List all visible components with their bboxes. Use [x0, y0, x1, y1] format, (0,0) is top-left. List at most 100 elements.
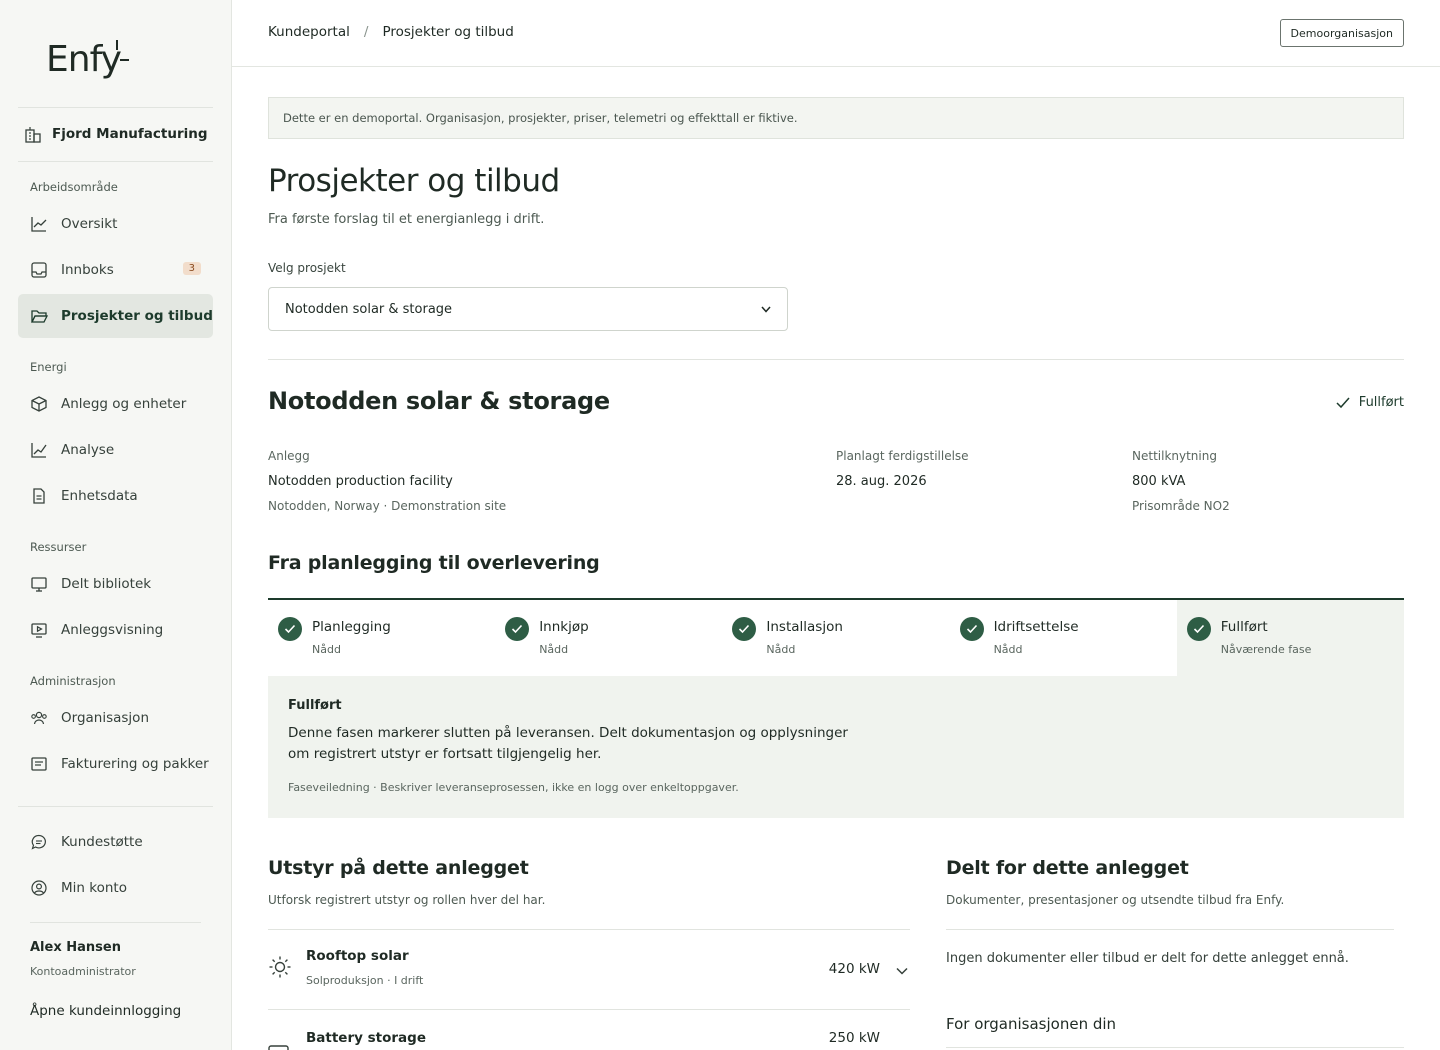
chat-bubble-icon [30, 833, 48, 851]
section-label-workspace: Arbeidsområde [30, 180, 118, 194]
user-name: Alex Hansen [30, 940, 121, 955]
sidebar-item-billing[interactable]: Fakturering og pakker [18, 742, 213, 786]
sidebar-divider [18, 161, 213, 162]
sidebar-item-label: Anlegg og enheter [61, 396, 187, 412]
logo-mark-icon [116, 40, 129, 61]
sidebar-item-projects[interactable]: Prosjekter og tilbud [18, 294, 213, 338]
topbar: Kundeportal / Prosjekter og tilbud Demoo… [232, 0, 1440, 67]
check-circle-icon [505, 617, 530, 641]
demo-organization-button[interactable]: Demoorganisasjon [1279, 19, 1404, 47]
sidebar-item-inbox[interactable]: Innboks 3 [18, 248, 213, 292]
info-sub-grid-connection: Prisområde NO2 [1132, 499, 1230, 513]
folder-open-icon [30, 307, 48, 325]
page-subtitle: Fra første forslag til et energianlegg i… [268, 212, 545, 227]
phase-step-planning[interactable]: Planlegging Nådd [268, 600, 495, 676]
phase-label: Planlegging [312, 619, 391, 635]
cube-icon [30, 395, 48, 413]
check-circle-icon [278, 617, 302, 641]
sidebar-item-plant-view[interactable]: Anleggsvisning [18, 608, 213, 652]
breadcrumb: Kundeportal / Prosjekter og tilbud [268, 24, 514, 40]
project-select[interactable]: Notodden solar & storage [268, 287, 788, 331]
shared-org-heading: For organisasjonen din [946, 1015, 1117, 1033]
page-title: Prosjekter og tilbud [268, 163, 560, 199]
breadcrumb-customer-portal[interactable]: Kundeportal [268, 24, 350, 40]
sidebar-item-label: Prosjekter og tilbud [61, 308, 213, 324]
phase-detail-text: Denne fasen markerer slutten på leverans… [288, 725, 848, 762]
sidebar-item-label: Oversikt [61, 216, 118, 232]
open-customer-login-link[interactable]: Åpne kundeinnlogging [30, 1003, 181, 1019]
phase-label: Fullført [1220, 619, 1268, 635]
users-icon [30, 709, 48, 727]
phase-step-installation[interactable]: Installasjon Nådd [722, 600, 949, 676]
equipment-name: Rooftop solar [306, 948, 409, 964]
video-screen-icon [30, 621, 48, 639]
phase-state: Nåværende fase [1220, 643, 1312, 656]
equipment-heading: Utstyr på dette anlegget [268, 857, 529, 879]
sidebar-divider [30, 922, 201, 923]
shared-empty-state: Ingen dokumenter eller tilbud er delt fo… [946, 951, 1349, 966]
breadcrumb-separator: / [363, 24, 369, 40]
sidebar-item-support[interactable]: Kundestøtte [18, 820, 213, 864]
user-role: Kontoadministrator [30, 965, 136, 978]
info-value-grid-connection: 800 kVA [1132, 474, 1186, 489]
equipment-power: 420 kW [828, 961, 880, 977]
sidebar-item-organization[interactable]: Organisasjon [18, 696, 213, 740]
sidebar-item-plants[interactable]: Anlegg og enheter [18, 382, 213, 426]
equipment-power: 250 kW [828, 1030, 880, 1046]
user-circle-icon [30, 879, 48, 897]
equipment-row-rooftop-solar[interactable]: Rooftop solar Solproduksjon · I drift 42… [268, 929, 910, 1009]
chevron-down-icon[interactable] [896, 963, 908, 979]
info-value-completion: 28. aug. 2026 [836, 474, 927, 489]
phases-heading: Fra planlegging til overlevering [268, 552, 600, 574]
phase-detail-panel: Fullført Denne fasen markerer slutten på… [268, 676, 1404, 818]
document-icon [30, 487, 48, 505]
shared-divider [946, 1047, 1404, 1048]
project-select-label: Velg prosjekt [268, 261, 346, 275]
sidebar: Enfy Fjord Manufacturing Arbeidsområde O… [0, 0, 232, 1050]
project-title: Notodden solar & storage [268, 387, 610, 415]
line-chart-icon [30, 215, 48, 233]
presentation-icon [30, 575, 48, 593]
sidebar-item-analysis[interactable]: Analyse [18, 428, 213, 472]
sidebar-item-label: Kundestøtte [61, 834, 143, 850]
sidebar-item-shared-library[interactable]: Delt bibliotek [18, 562, 213, 606]
project-status-label: Fullført [1358, 395, 1404, 410]
org-switcher[interactable]: Fjord Manufacturing [24, 120, 208, 148]
info-label-completion: Planlagt ferdigstillelse [836, 449, 969, 463]
info-label-grid-connection: Nettilknytning [1132, 449, 1217, 463]
section-label-energy: Energi [30, 360, 67, 374]
shared-heading: Delt for dette anlegget [946, 857, 1189, 879]
phase-step-procurement[interactable]: Innkjøp Nådd [495, 600, 722, 676]
sidebar-item-label: Enhetsdata [61, 488, 138, 504]
sidebar-divider [18, 806, 213, 807]
phase-state: Nådd [312, 643, 341, 656]
project-select-value: Notodden solar & storage [285, 301, 453, 317]
sidebar-item-device-data[interactable]: Enhetsdata [18, 474, 213, 518]
sidebar-item-label: Organisasjon [61, 710, 149, 726]
equipment-subtitle: Utforsk registrert utstyr og rollen hver… [268, 893, 546, 907]
check-circle-icon [959, 617, 984, 641]
sidebar-item-label: Anleggsvisning [61, 622, 164, 638]
sidebar-item-label: Analyse [61, 442, 115, 458]
enfy-logo[interactable]: Enfy [46, 38, 129, 82]
trend-chart-icon [30, 441, 48, 459]
receipt-icon [30, 755, 48, 773]
sidebar-item-label: Innboks [61, 262, 114, 278]
equipment-row-battery-storage[interactable]: Battery storage 250 kW [268, 1010, 910, 1050]
check-circle-icon [1186, 617, 1211, 641]
battery-icon [268, 1044, 292, 1050]
building-icon [25, 127, 41, 143]
equipment-meta: Solproduksjon · I drift [306, 974, 424, 987]
org-name: Fjord Manufacturing [52, 126, 208, 142]
phase-step-commissioning[interactable]: Idriftsettelse Nådd [950, 600, 1177, 676]
inbox-icon [30, 261, 48, 279]
chevron-down-icon [761, 306, 771, 313]
phase-step-completed[interactable]: Fullført Nåværende fase [1176, 600, 1404, 676]
chevron-down-icon[interactable] [896, 1046, 908, 1050]
sidebar-item-overview[interactable]: Oversikt [18, 202, 213, 246]
equipment-name: Battery storage [306, 1030, 426, 1046]
phase-stepper: Planlegging Nådd Innkjøp Nådd Installasj… [268, 598, 1404, 676]
sidebar-item-my-account[interactable]: Min konto [18, 866, 213, 910]
phase-state: Nådd [766, 643, 796, 656]
check-circle-icon [732, 617, 757, 641]
